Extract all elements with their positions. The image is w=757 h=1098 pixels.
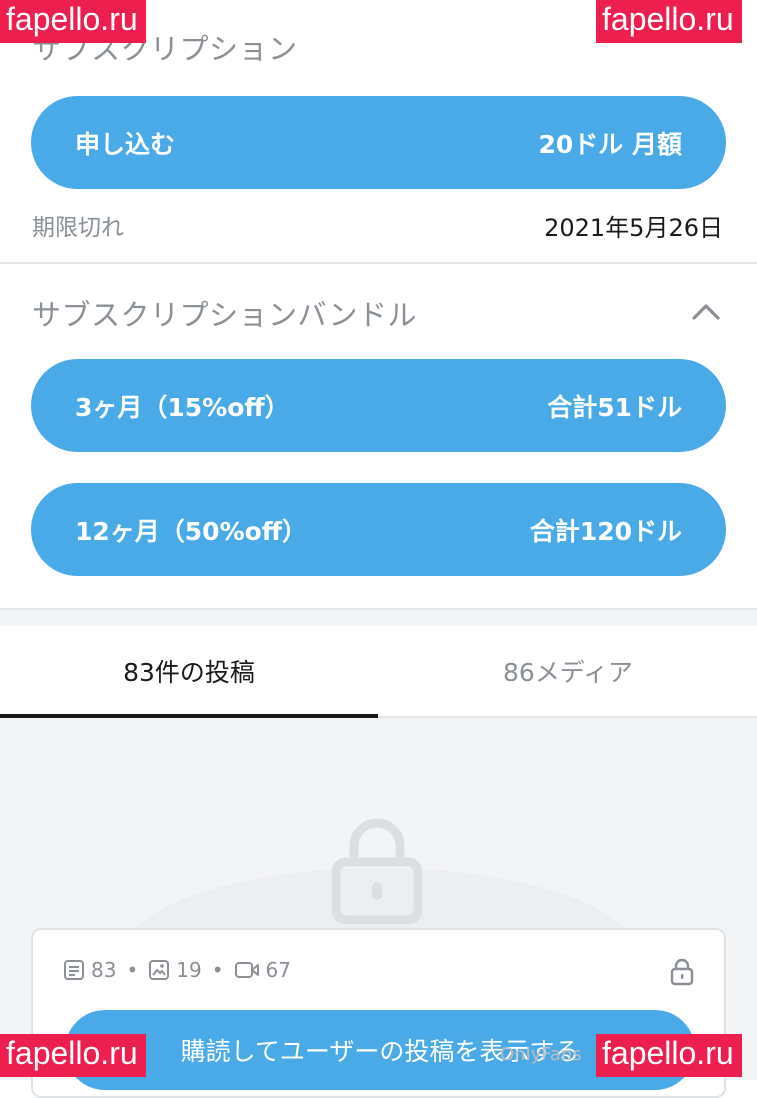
bundle-total: 合計120ドル: [529, 516, 682, 546]
videos-count: 67: [265, 958, 291, 982]
bundle-button-3-months[interactable]: 3ヶ月（15%off） 合計51ドル: [31, 359, 726, 452]
chevron-up-icon[interactable]: [690, 296, 722, 328]
expiry-date: 2021年5月26日: [544, 214, 723, 242]
separator-dot: •: [126, 958, 139, 982]
section-gap: [0, 610, 757, 626]
images-count: 19: [176, 958, 202, 982]
price-label: 20ドル 月額: [538, 129, 683, 159]
subscribe-button[interactable]: 申し込む 20ドル 月額: [31, 96, 726, 189]
lock-icon: [332, 818, 422, 924]
tab-media[interactable]: 86メディア: [379, 626, 757, 716]
bundle-period: 12ヶ月（50%off）: [75, 516, 308, 546]
post-icon: [64, 960, 84, 980]
tab-posts[interactable]: 83件の投稿: [0, 626, 378, 716]
separator-dot: •: [211, 958, 224, 982]
bundle-total: 合計51ドル: [547, 392, 682, 422]
image-icon: [149, 960, 170, 980]
watermark-top-right: fapello.ru: [596, 0, 742, 44]
media-stats: 83 • 19 • 67: [63, 958, 291, 982]
bundle-period: 3ヶ月（15%off）: [75, 392, 290, 422]
lock-icon: [670, 958, 694, 986]
bundle-button-12-months[interactable]: 12ヶ月（50%off） 合計120ドル: [31, 483, 726, 576]
content-tabs: 83件の投稿 86メディア: [0, 626, 757, 718]
expiry-label: 期限切れ: [32, 215, 124, 241]
brand-watermark: OnlyFans: [500, 1044, 582, 1065]
watermark-bottom-left: fapello.ru: [0, 1034, 146, 1078]
subscribe-label: 申し込む: [75, 129, 176, 159]
posts-count: 83: [91, 958, 117, 982]
watermark-top-left: fapello.ru: [0, 0, 146, 44]
section-divider: [0, 262, 757, 264]
bundles-title: サブスクリプションバンドル: [32, 298, 417, 332]
watermark-bottom-right: fapello.ru: [596, 1034, 742, 1078]
video-icon: [234, 962, 259, 978]
